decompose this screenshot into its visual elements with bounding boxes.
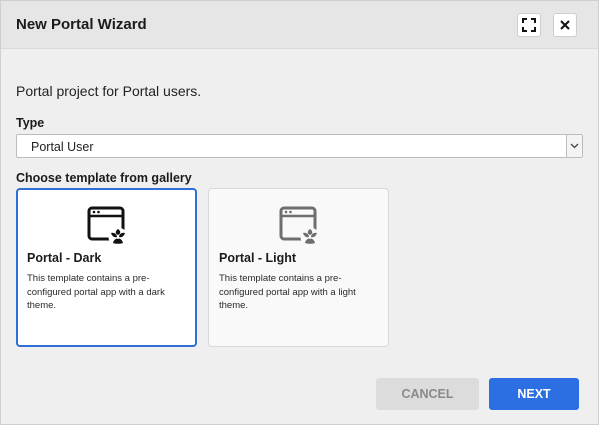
template-card-portal-dark[interactable]: Portal - Dark This template contains a p… <box>16 188 197 347</box>
dialog-header: New Portal Wizard <box>1 1 598 49</box>
dialog-title: New Portal Wizard <box>16 16 147 33</box>
template-description: This template contains a pre-configured … <box>219 273 356 311</box>
cancel-button[interactable]: CANCEL <box>376 378 479 410</box>
expand-button[interactable] <box>517 13 541 37</box>
next-button[interactable]: NEXT <box>489 378 579 410</box>
close-icon <box>559 19 571 31</box>
type-select-value: Portal User <box>31 140 94 154</box>
chevron-down-icon[interactable] <box>566 135 582 157</box>
template-title: Portal - Light <box>219 251 297 265</box>
expand-icon <box>522 18 536 32</box>
type-select[interactable]: Portal User <box>16 134 583 158</box>
template-description: This template contains a pre-configured … <box>27 273 165 311</box>
type-label: Type <box>16 116 45 130</box>
template-title: Portal - Dark <box>27 251 102 265</box>
template-card-portal-light[interactable]: Portal - Light This template contains a … <box>208 188 389 347</box>
portal-app-icon <box>85 204 129 248</box>
portal-app-icon <box>277 204 321 248</box>
gallery-label: Choose template from gallery <box>16 171 192 185</box>
new-portal-wizard-dialog: New Portal Wizard Portal project for Por… <box>0 0 599 425</box>
wizard-description: Portal project for Portal users. <box>16 83 202 99</box>
close-button[interactable] <box>553 13 577 37</box>
